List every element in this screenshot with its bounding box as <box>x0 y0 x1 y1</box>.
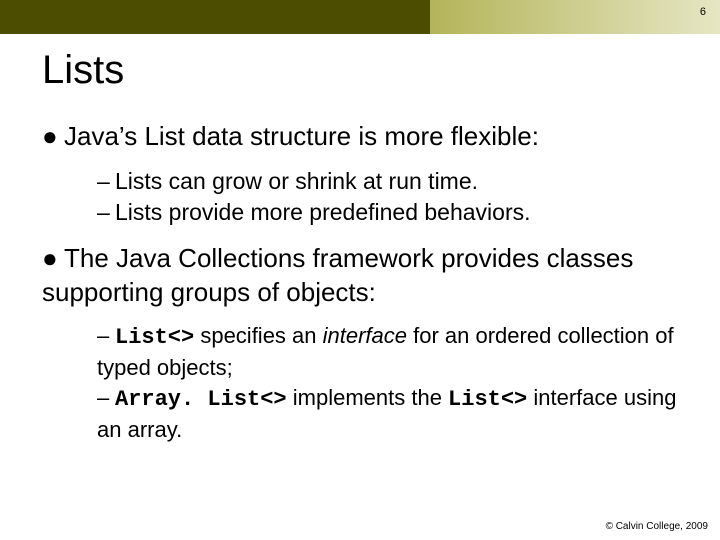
bullet-2-sub: –List<> specifies an interface for an or… <box>97 321 678 444</box>
bullet-1-sub-2: –Lists provide more predefined behaviors… <box>97 197 678 228</box>
bullet-icon: ● <box>42 242 64 276</box>
code-arraylist: Array. List<> <box>115 387 287 412</box>
dash-icon: – <box>97 321 115 351</box>
sub2-mid: implements the <box>287 385 448 410</box>
bullet-1-sub-2-text: Lists provide more predefined behaviors. <box>115 199 531 225</box>
slide: 6 Lists ●Java’s List data structure is m… <box>0 0 720 540</box>
dash-icon: – <box>97 383 115 413</box>
bullet-2-text: The Java Collections framework provides … <box>42 243 633 307</box>
code-list2: List<> <box>448 387 527 412</box>
slide-body: ●Java’s List data structure is more flex… <box>42 120 678 458</box>
sub1-mid: specifies an <box>194 323 322 348</box>
bullet-1: ●Java’s List data structure is more flex… <box>42 120 678 154</box>
bullet-2-sub-1: –List<> specifies an interface for an or… <box>97 321 678 382</box>
bullet-1-text: Java’s List data structure is more flexi… <box>64 121 539 151</box>
sub1-italic: interface <box>323 323 407 348</box>
bullet-icon: ● <box>42 120 64 154</box>
dash-icon: – <box>97 166 115 197</box>
header-bar-left <box>0 0 430 34</box>
dash-icon: – <box>97 197 115 228</box>
bullet-1-sub: –Lists can grow or shrink at run time. –… <box>97 166 678 228</box>
page-number: 6 <box>700 6 706 18</box>
bullet-1-sub-1-text: Lists can grow or shrink at run time. <box>115 168 478 194</box>
bullet-2: ●The Java Collections framework provides… <box>42 242 678 310</box>
slide-title: Lists <box>42 48 124 93</box>
bullet-2-sub-2: –Array. List<> implements the List<> int… <box>97 383 678 444</box>
bullet-1-sub-1: –Lists can grow or shrink at run time. <box>97 166 678 197</box>
code-list: List<> <box>115 325 194 350</box>
header-bar-right <box>430 0 720 34</box>
footer-copyright: © Calvin College, 2009 <box>606 521 708 532</box>
